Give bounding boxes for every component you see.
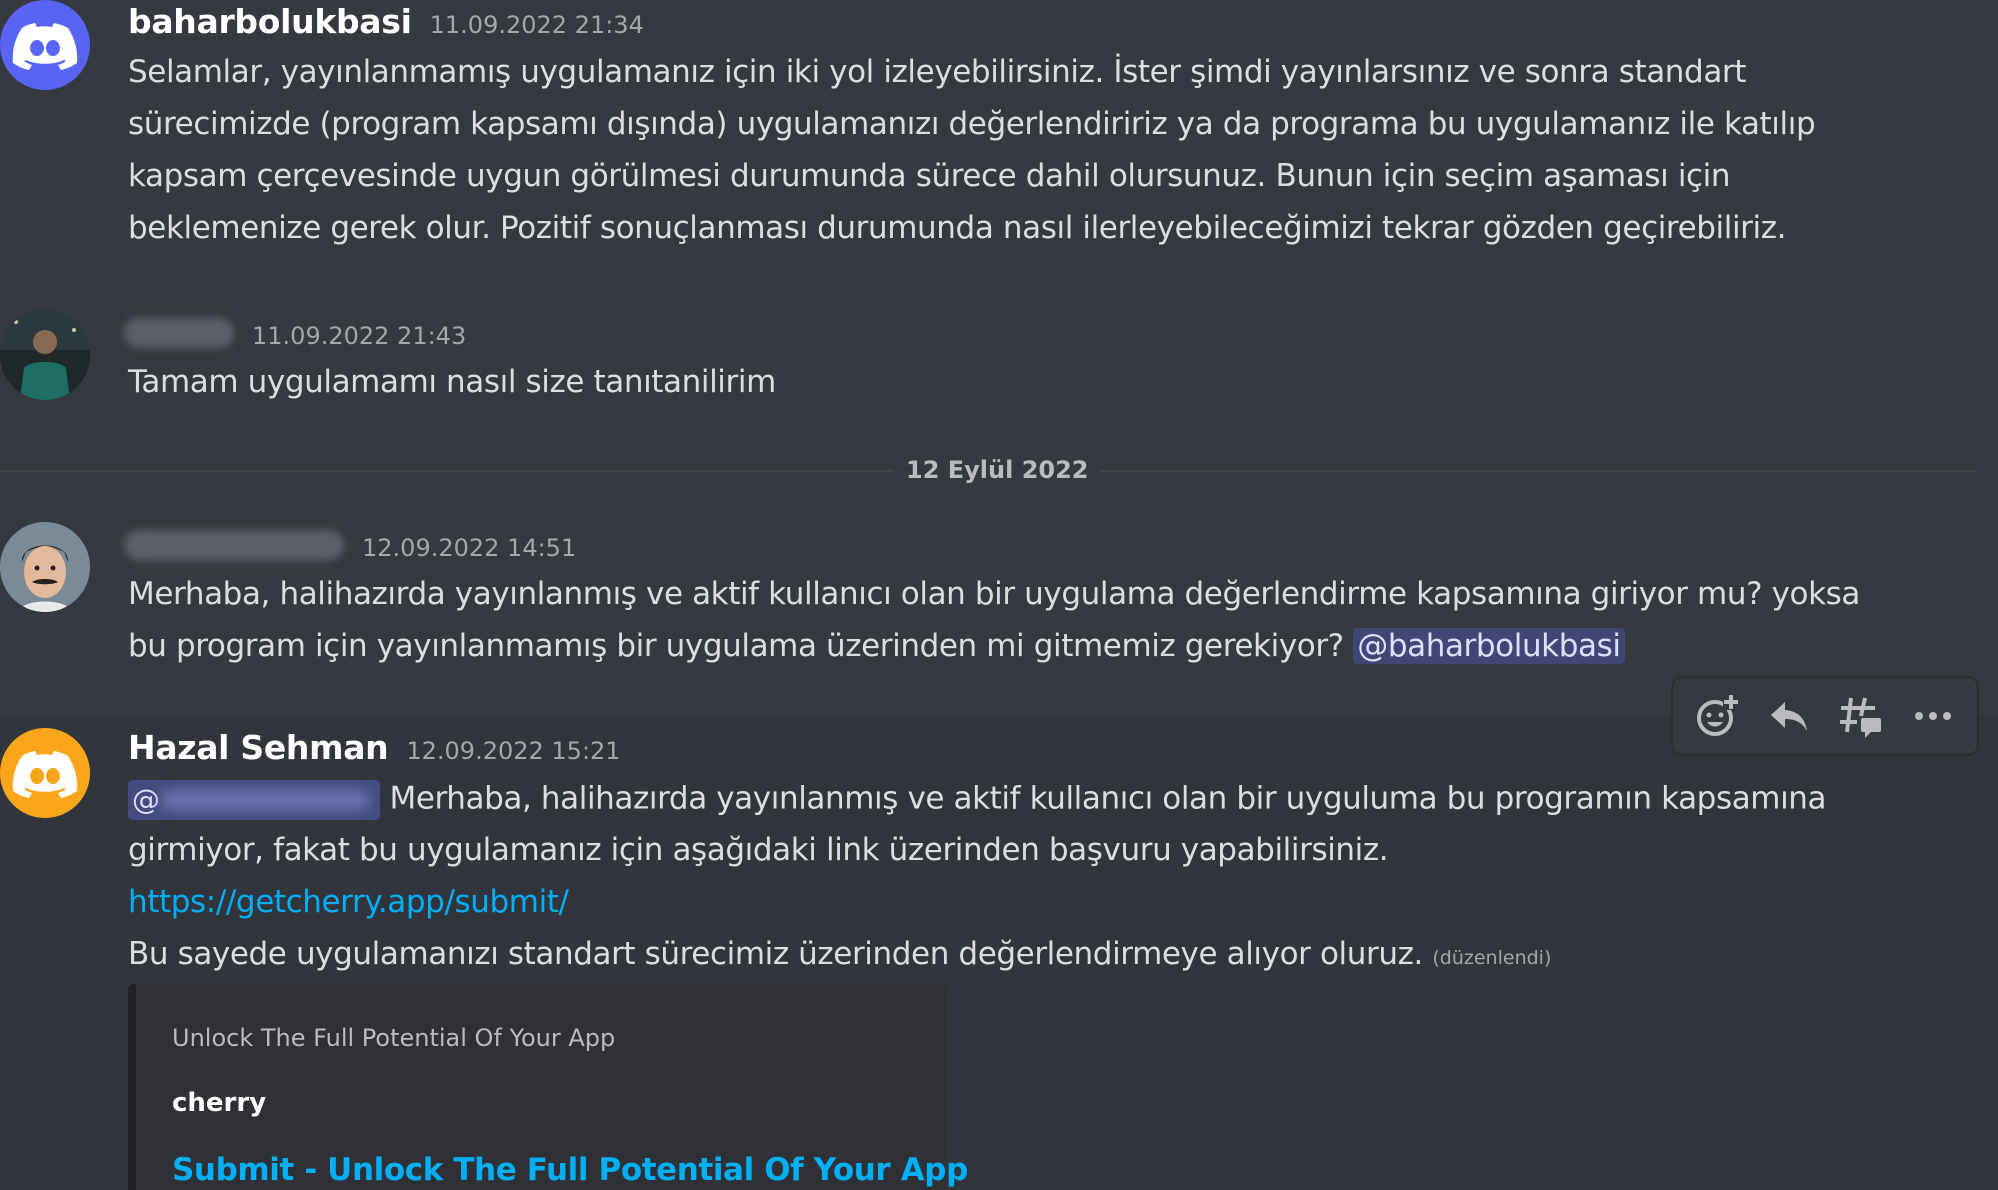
message-link-line: https://getcherry.app/submit/	[128, 884, 569, 920]
embed-title-link[interactable]: Submit - Unlock The Full Potential Of Yo…	[172, 1152, 968, 1188]
redacted-user-mention[interactable]: @	[128, 780, 380, 820]
message-text: Merhaba, halihazırda yayınlanmış ve akti…	[128, 576, 1860, 612]
submit-link[interactable]: https://getcherry.app/submit/	[128, 884, 569, 920]
avatar[interactable]	[0, 728, 90, 818]
redacted-username[interactable]	[124, 318, 234, 348]
timestamp: 11.09.2022 21:43	[252, 322, 467, 350]
message-text: bu program için yayınlanmamış bir uygula…	[128, 628, 1344, 664]
create-thread-button[interactable]	[1831, 686, 1891, 746]
link-embed: Unlock The Full Potential Of Your App ch…	[128, 984, 968, 1190]
message-text: Merhaba, halihazırda yayınlanmış ve akti…	[389, 780, 1827, 817]
redaction-blur	[160, 790, 370, 810]
chat-view: baharbolukbasi 11.09.2022 21:34 Selamlar…	[0, 0, 1998, 1190]
username[interactable]: baharbolukbasi	[128, 2, 412, 41]
add-reaction-button[interactable]	[1687, 686, 1747, 746]
discord-logo-icon	[12, 751, 78, 798]
message-text-line: Bu sayede uygulamanızı standart sürecimi…	[128, 936, 1551, 972]
message-text: Selamlar, yayınlanmamış uygulamanız için…	[128, 54, 1747, 90]
message-text-line: @ Merhaba, halihazırda yayınlanmış ve ak…	[128, 780, 1827, 820]
avatar[interactable]	[0, 310, 90, 400]
reply-button[interactable]	[1759, 686, 1819, 746]
embed-provider[interactable]: Unlock The Full Potential Of Your App	[172, 1024, 615, 1052]
avatar[interactable]	[0, 522, 90, 612]
embed-author[interactable]: cherry	[172, 1088, 266, 1118]
message-text: sürecimizde (program kapsamı dışında) uy…	[128, 106, 1816, 142]
message-text: beklemenize gerek olur. Pozitif sonuçlan…	[128, 210, 1787, 246]
reply-icon	[1771, 702, 1807, 731]
edited-indicator: (düzenlendi)	[1432, 947, 1552, 969]
timestamp: 12.09.2022 14:51	[362, 534, 577, 562]
add-reaction-icon	[1697, 694, 1739, 736]
message-text-line: bu program için yayınlanmamış bir uygula…	[128, 628, 1625, 664]
discord-logo-icon	[12, 23, 78, 70]
user-photo-icon	[0, 310, 90, 400]
timestamp: 11.09.2022 21:34	[429, 11, 644, 39]
redacted-username[interactable]	[124, 530, 344, 560]
mention-prefix: @	[132, 783, 160, 816]
date-divider-label: 12 Eylül 2022	[894, 456, 1101, 484]
message-action-toolbar	[1672, 677, 1978, 755]
message-text: kapsam çerçevesinde uygun görülmesi duru…	[128, 158, 1731, 194]
username[interactable]: Hazal Sehman	[128, 728, 389, 767]
create-thread-icon	[1840, 697, 1881, 738]
user-mention[interactable]: @baharbolukbasi	[1353, 628, 1625, 664]
user-photo-icon	[0, 522, 90, 612]
timestamp: 12.09.2022 15:21	[406, 737, 621, 765]
message-text: Bu sayede uygulamanızı standart sürecimi…	[128, 936, 1423, 972]
message-text: girmiyor, fakat bu uygulamanız için aşağ…	[128, 832, 1389, 868]
message-text: Tamam uygulamamı nasıl size tanıtaniliri…	[128, 364, 776, 400]
more-options-button[interactable]	[1903, 686, 1963, 746]
avatar[interactable]	[0, 0, 90, 90]
more-icon	[1915, 712, 1951, 720]
